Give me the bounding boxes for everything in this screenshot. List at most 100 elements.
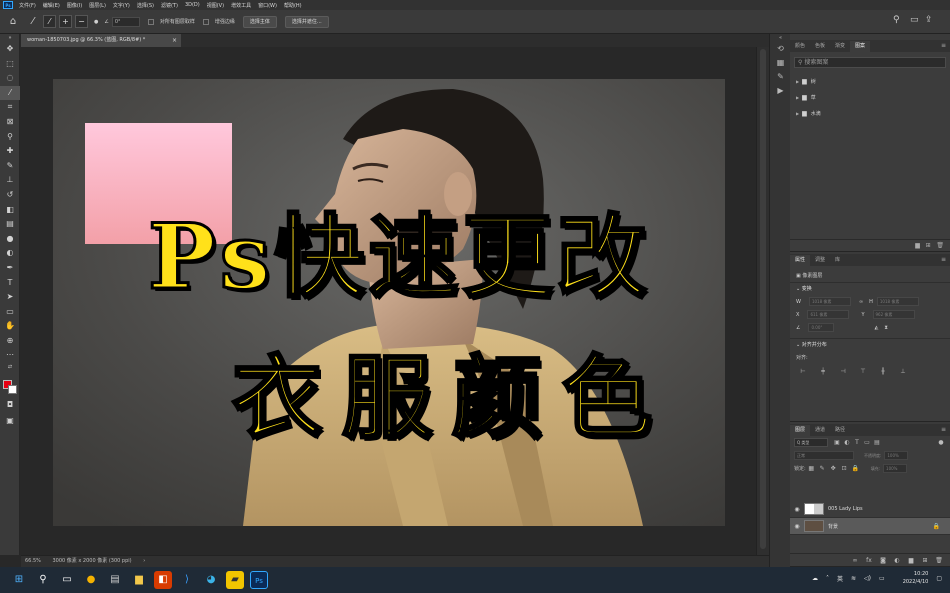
menu-edit[interactable]: 编辑(E)	[43, 2, 60, 9]
link-layers-icon[interactable]: ∞	[848, 557, 862, 564]
new-pattern-icon[interactable]: ⊞	[926, 242, 931, 249]
flip-horizontal-icon[interactable]: ◭	[874, 325, 878, 331]
blend-mode-select[interactable]: 正常	[794, 451, 854, 460]
actions-panel-icon[interactable]: ▶	[770, 84, 791, 98]
history-brush-tool-icon[interactable]: ↺	[0, 188, 20, 203]
notifications-icon[interactable]: ▢	[936, 575, 942, 582]
menu-3d[interactable]: 3D(D)	[185, 2, 200, 8]
crop-tool-icon[interactable]: ⌗	[0, 100, 20, 115]
align-section-header[interactable]: ⌄ 对齐并分布	[790, 338, 950, 351]
layer-style-icon[interactable]: fx	[862, 557, 876, 564]
marquee-tool-icon[interactable]: ⬚	[0, 57, 20, 72]
home-icon[interactable]: ⌂	[6, 15, 20, 29]
pen-tool-icon[interactable]: ✒	[0, 261, 20, 276]
search-icon[interactable]: ⚲	[893, 15, 900, 25]
height-field[interactable]: 1018 像素	[876, 297, 919, 306]
layer-kind-select[interactable]: Q 类型	[794, 438, 828, 447]
brush-panel-icon[interactable]: ✎	[770, 70, 791, 84]
trash-icon[interactable]: 🗑	[936, 242, 944, 249]
zoom-level[interactable]: 66.5%	[25, 558, 41, 564]
office-icon[interactable]: ◧	[154, 571, 172, 589]
filter-shape-icon[interactable]: ▭	[862, 439, 872, 446]
panel-menu-icon[interactable]: ≡	[941, 256, 946, 263]
workspace-icon[interactable]: ▭	[910, 15, 919, 25]
pattern-search-input[interactable]: ⚲ 搜索图案	[794, 57, 946, 68]
new-layer-icon[interactable]: ⊞	[918, 557, 932, 564]
filter-pixel-icon[interactable]: ▣	[832, 439, 842, 446]
eye-icon[interactable]: ◉	[790, 506, 804, 513]
align-bottom-icon[interactable]: ⊥	[896, 368, 910, 375]
align-top-icon[interactable]: ⊤	[856, 368, 870, 375]
share-icon[interactable]: ⇪	[925, 15, 933, 25]
menu-select[interactable]: 选择(S)	[137, 2, 154, 9]
align-right-icon[interactable]: ⊣	[836, 368, 850, 375]
quick-selection-preset-icon[interactable]: ⁄	[26, 15, 40, 29]
gradient-tool-icon[interactable]: ▤	[0, 217, 20, 232]
tab-swatches[interactable]: 色板	[810, 41, 830, 52]
tab-gradients[interactable]: 渐变	[830, 41, 850, 52]
opacity-field[interactable]: 100%	[884, 451, 909, 460]
adjustment-layer-icon[interactable]: ◐	[890, 557, 904, 564]
align-left-icon[interactable]: ⊢	[796, 368, 810, 375]
align-center-v-icon[interactable]: ╫	[876, 368, 890, 375]
healing-brush-tool-icon[interactable]: ✚	[0, 144, 20, 159]
tab-patterns[interactable]: 图案	[850, 41, 871, 52]
tray-chevron-icon[interactable]: ˄	[826, 575, 829, 582]
sample-all-layers-checkbox[interactable]	[147, 18, 154, 25]
angle-input[interactable]: 0°	[111, 16, 140, 27]
trash-icon[interactable]: 🗑	[932, 557, 946, 564]
blur-tool-icon[interactable]: ●	[0, 232, 20, 247]
menu-plugins[interactable]: 增效工具	[231, 2, 251, 9]
weather-icon[interactable]: ☁	[812, 575, 818, 582]
menu-file[interactable]: 文件(F)	[19, 2, 36, 9]
quick-selection-tool-icon[interactable]: ⁄	[0, 85, 20, 101]
layer-row[interactable]: ◉ 背景 🔒	[790, 518, 950, 535]
store-icon[interactable]: ▤	[106, 571, 124, 589]
fill-field[interactable]: 100%	[883, 464, 908, 473]
menu-image[interactable]: 图像(I)	[67, 2, 82, 9]
wifi-icon[interactable]: ≋	[851, 575, 856, 582]
align-center-h-icon[interactable]: ╪	[816, 368, 830, 375]
menu-filter[interactable]: 滤镜(T)	[161, 2, 178, 9]
quick-mask-icon[interactable]: ◘	[0, 398, 20, 413]
menu-help[interactable]: 帮助(H)	[284, 2, 302, 9]
new-selection-mode-button[interactable]: ⁄	[43, 15, 56, 28]
chevron-right-icon[interactable]: ▶	[796, 111, 799, 116]
menu-type[interactable]: 文字(Y)	[113, 2, 130, 9]
chevron-right-icon[interactable]: ▶	[796, 79, 799, 84]
panel-menu-icon[interactable]: ≡	[941, 42, 946, 49]
tab-paths[interactable]: 路径	[830, 425, 850, 436]
sticky-notes-icon[interactable]: ▰	[226, 571, 244, 589]
lock-position-icon[interactable]: ✥	[828, 465, 839, 472]
add-mask-icon[interactable]: ◙	[876, 557, 890, 564]
eraser-tool-icon[interactable]: ◧	[0, 203, 20, 218]
path-selection-tool-icon[interactable]: ➤	[0, 290, 20, 305]
pattern-folder[interactable]: ▶ ▆ 草	[790, 89, 950, 105]
width-field[interactable]: 1018 像素	[808, 297, 851, 306]
lock-transparent-icon[interactable]: ▦	[806, 465, 817, 472]
windows-start-icon[interactable]: ⊞	[10, 571, 28, 589]
menu-view[interactable]: 视图(V)	[207, 2, 224, 9]
volume-icon[interactable]: ◁)	[864, 575, 871, 582]
input-language[interactable]: 英	[837, 574, 843, 583]
status-arrow-icon[interactable]: ›	[143, 558, 145, 564]
add-selection-mode-button[interactable]: +	[59, 15, 72, 28]
angle-field[interactable]: 0.00°	[808, 323, 835, 332]
chevron-right-icon[interactable]: ▶	[796, 95, 799, 100]
swatches-panel-icon[interactable]: ▦	[770, 56, 791, 70]
filter-adjustment-icon[interactable]: ◐	[842, 439, 852, 446]
search-icon[interactable]: ⚲	[34, 571, 52, 589]
tab-properties[interactable]: 属性	[790, 255, 811, 266]
photoshop-taskbar-icon[interactable]: Ps	[250, 571, 268, 589]
y-field[interactable]: 962 像素	[872, 310, 915, 319]
panel-menu-icon[interactable]: ≡	[941, 426, 946, 433]
lock-all-icon[interactable]: 🔒	[850, 465, 861, 472]
tab-layers[interactable]: 图层	[790, 425, 811, 436]
type-tool-icon[interactable]: T	[0, 276, 20, 291]
widget-icon[interactable]: ●	[82, 571, 100, 589]
select-and-mask-button[interactable]: 选择并遮住...	[284, 15, 329, 28]
vscode-icon[interactable]: ⟩	[178, 571, 196, 589]
rectangle-tool-icon[interactable]: ▭	[0, 305, 20, 320]
canvas-vertical-scrollbar[interactable]	[756, 47, 769, 555]
lasso-tool-icon[interactable]: ◌	[0, 71, 20, 86]
